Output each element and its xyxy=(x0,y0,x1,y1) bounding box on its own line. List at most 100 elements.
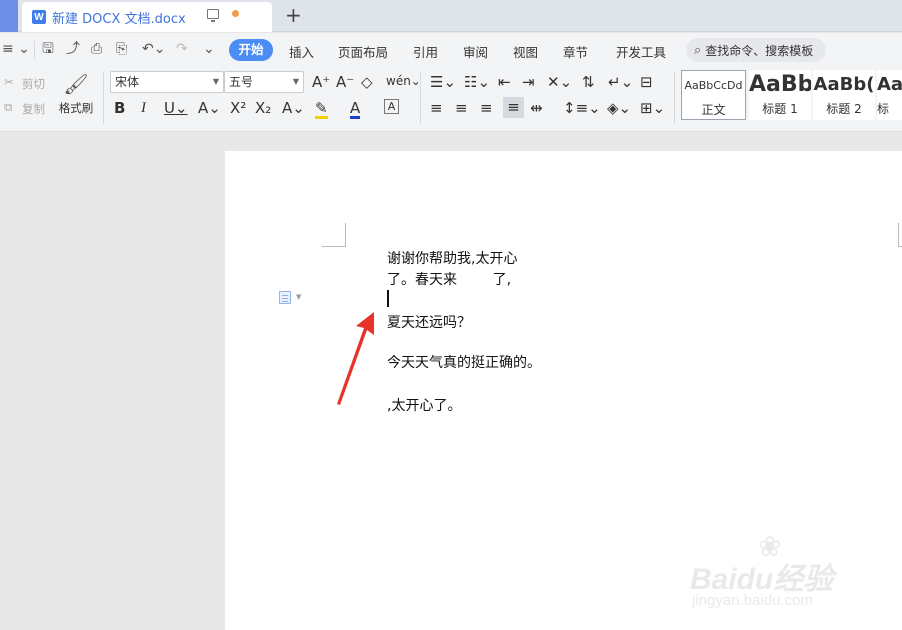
numbered-list-icon[interactable]: ☷⌄ xyxy=(464,73,490,91)
style-heading-2[interactable]: AaBb( 标题 2 xyxy=(813,70,875,120)
show-marks-icon[interactable]: ↵⌄ xyxy=(608,73,633,91)
menu-tab-view[interactable]: 视图 xyxy=(513,42,538,61)
font-family-select[interactable]: 宋体 ▼ xyxy=(110,71,224,93)
search-icon: ⌕ xyxy=(694,42,702,58)
unsaved-dot-icon xyxy=(232,10,239,17)
redo-icon[interactable]: ↷ xyxy=(176,41,188,57)
style-name: 标题 1 xyxy=(762,102,798,116)
print-icon[interactable]: ⎙ xyxy=(91,41,102,57)
shrink-font-icon[interactable]: A⁻ xyxy=(336,73,354,91)
print-preview-icon[interactable]: ⎘ xyxy=(116,41,127,57)
style-name: 标 xyxy=(877,102,890,116)
divider xyxy=(674,72,675,124)
decrease-indent-icon[interactable]: ⇤ xyxy=(498,73,511,91)
grow-font-icon[interactable]: A⁺ xyxy=(312,73,330,91)
sort-icon[interactable]: ⇅ xyxy=(582,73,595,91)
styles-gallery: AaBbCcDd 正文 AaBb 标题 1 AaBb( 标题 2 Aa 标 xyxy=(681,70,902,120)
strikethrough-icon[interactable]: A⌄ xyxy=(198,99,221,117)
cut-icon[interactable]: ✂ xyxy=(4,75,14,89)
customize-toolbar-icon[interactable]: ⌄ xyxy=(203,41,215,57)
monitor-icon[interactable] xyxy=(207,9,219,22)
increase-indent-icon[interactable]: ⇥ xyxy=(522,73,535,91)
text-cursor xyxy=(387,290,389,307)
copy-button[interactable]: 复制 xyxy=(22,101,45,117)
italic-icon[interactable]: I xyxy=(141,99,146,117)
paragraph-layout-icon[interactable] xyxy=(279,291,291,304)
home-tab-stub[interactable] xyxy=(0,0,18,32)
margin-corner-top-right xyxy=(898,223,902,247)
tab-bar: W 新建 DOCX 文档.docx + xyxy=(0,0,902,32)
bold-icon[interactable]: B xyxy=(114,99,125,117)
undo-icon[interactable]: ↶⌄ xyxy=(142,41,165,57)
word-doc-icon: W xyxy=(32,10,46,24)
baidu-watermark: ❀ Baidu经验 jingyan.baidu.com xyxy=(690,530,870,620)
ribbon-toolbar: ✂ 剪切 ⧉ 复制 🖌 格式刷 宋体 ▼ 五号 ▼ A⁺ A⁻ ◇ wén⌄ B… xyxy=(0,66,902,132)
document-tab-title: 新建 DOCX 文档.docx xyxy=(52,11,186,27)
copy-icon[interactable]: ⧉ xyxy=(4,100,12,115)
command-search-box[interactable]: ⌕ 查找命令、搜索模板 xyxy=(686,38,826,62)
menu-tab-review[interactable]: 审阅 xyxy=(463,42,488,61)
line-spacing-icon[interactable]: ↕≡⌄ xyxy=(563,99,601,117)
watermark-url: jingyan.baidu.com xyxy=(692,592,813,609)
menu-tab-page-layout[interactable]: 页面布局 xyxy=(338,42,388,61)
menu-tab-section[interactable]: 章节 xyxy=(563,42,588,61)
margin-corner-top-left xyxy=(322,223,346,247)
distribute-icon[interactable]: ⇹ xyxy=(530,99,543,117)
document-tab[interactable]: W 新建 DOCX 文档.docx xyxy=(22,2,272,32)
align-right-icon[interactable]: ≡ xyxy=(480,99,493,117)
format-painter-label: 格式刷 xyxy=(58,101,94,115)
ruler-icon[interactable]: ⊟ xyxy=(640,73,653,91)
style-sample: AaBbCcDd xyxy=(684,79,743,92)
superscript-icon[interactable]: X² xyxy=(230,99,246,117)
style-sample: AaBb xyxy=(749,72,811,97)
chinese-layout-icon[interactable]: ✕⌄ xyxy=(547,73,572,91)
phonetic-guide-icon[interactable]: wén⌄ xyxy=(386,72,421,90)
chevron-down-icon: ▼ xyxy=(212,77,219,86)
bullet-list-icon[interactable]: ☰⌄ xyxy=(430,73,456,91)
menu-tab-insert[interactable]: 插入 xyxy=(289,42,314,61)
divider xyxy=(103,72,104,124)
export-icon[interactable]: ⤴ xyxy=(66,41,80,57)
style-heading-3[interactable]: Aa 标 xyxy=(877,70,902,120)
shading-icon[interactable]: ◈⌄ xyxy=(607,99,631,117)
menu-tab-developer[interactable]: 开发工具 xyxy=(616,42,666,61)
clear-format-icon[interactable]: ◇ xyxy=(361,73,373,91)
font-color-icon[interactable]: A xyxy=(350,99,361,119)
borders-icon[interactable]: ⊞⌄ xyxy=(640,99,665,117)
underline-icon[interactable]: U⌄ xyxy=(164,99,188,117)
chevron-down-icon[interactable]: ▼ xyxy=(296,293,301,301)
highlight-icon[interactable]: ✎ xyxy=(315,99,328,119)
char-border-icon[interactable]: A xyxy=(384,99,399,114)
font-family-value: 宋体 xyxy=(115,75,140,89)
document-text-line[interactable]: 夏天还远吗？ xyxy=(387,312,471,332)
align-left-icon[interactable]: ≡ xyxy=(430,99,443,117)
chevron-down-icon: ▼ xyxy=(292,77,299,86)
text-effect-icon[interactable]: A⌄ xyxy=(282,99,305,117)
style-sample: AaBb( xyxy=(813,74,875,95)
font-size-value: 五号 xyxy=(229,75,254,89)
format-painter-icon: 🖌 xyxy=(63,72,89,96)
cut-button[interactable]: 剪切 xyxy=(22,76,45,92)
style-normal[interactable]: AaBbCcDd 正文 xyxy=(681,70,746,120)
subscript-icon[interactable]: X₂ xyxy=(255,99,271,117)
font-size-select[interactable]: 五号 ▼ xyxy=(224,71,304,93)
justify-icon[interactable]: ≡ xyxy=(503,97,524,118)
menu-tab-home[interactable]: 开始 xyxy=(229,39,273,61)
document-text-line[interactable]: ,太开心了。 xyxy=(387,395,461,415)
divider xyxy=(34,41,35,59)
document-text-line[interactable]: 谢谢你帮助我,太开心 xyxy=(387,248,517,268)
style-heading-1[interactable]: AaBb 标题 1 xyxy=(749,70,811,120)
red-arrow-annotation xyxy=(337,312,374,405)
new-tab-button[interactable]: + xyxy=(285,3,302,27)
menu-overflow-icon[interactable]: ≡ ⌄ xyxy=(2,41,30,57)
format-painter-button[interactable]: 🖌 格式刷 xyxy=(56,72,96,116)
ribbon-menu-bar: ≡ ⌄ 🖫 ⤴ ⎙ ⎘ ↶⌄ ↷ ⌄ 开始 插入 页面布局 引用 审阅 视图 章… xyxy=(0,33,902,66)
menu-tab-references[interactable]: 引用 xyxy=(413,42,438,61)
style-name: 标题 2 xyxy=(826,102,862,116)
document-text-line[interactable]: 了。春天来 了, xyxy=(387,269,511,289)
save-icon[interactable]: 🖫 xyxy=(42,41,54,57)
document-text-line[interactable]: 今天天气真的挺正确的。 xyxy=(387,352,541,372)
command-search-placeholder: 查找命令、搜索模板 xyxy=(705,43,814,58)
align-center-icon[interactable]: ≡ xyxy=(455,99,468,117)
divider xyxy=(420,72,421,124)
